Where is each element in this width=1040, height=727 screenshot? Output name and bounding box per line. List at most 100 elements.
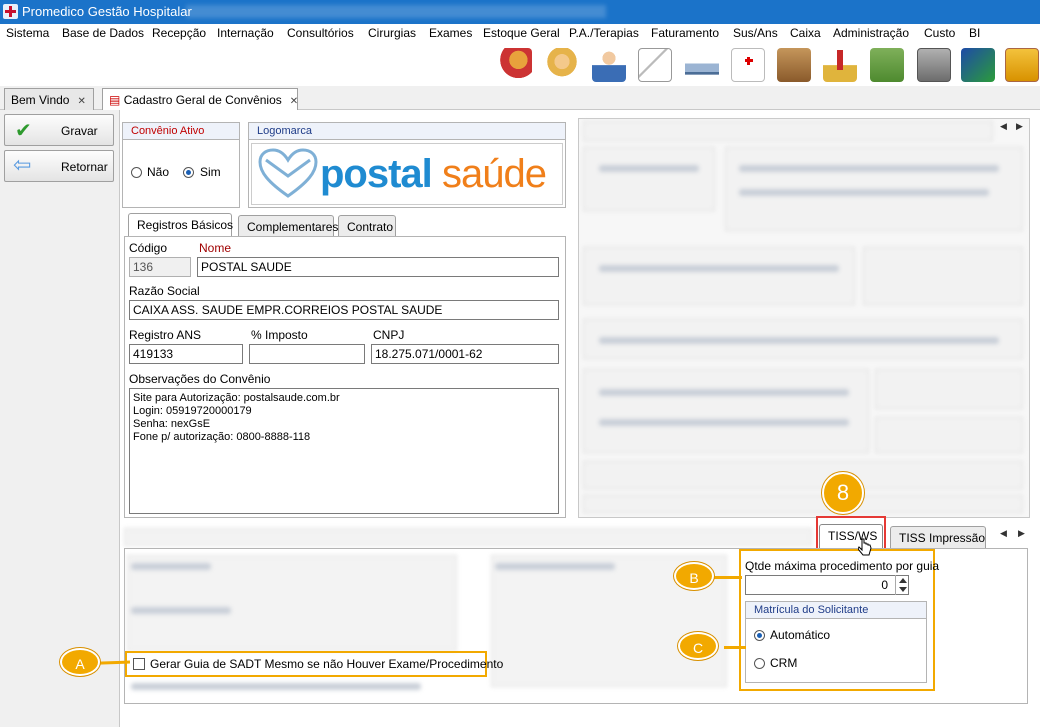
menu-faturamento[interactable]: Faturamento [651,26,719,40]
doctor-icon[interactable] [592,48,626,82]
money-calculator-icon[interactable] [870,48,904,82]
action-sidebar: ✔ Gravar ⇦ Retornar [0,110,120,727]
radio-sim-label: Sim [200,165,221,179]
qtde-value: 0 [881,578,888,592]
imposto-field[interactable] [249,344,365,364]
menu-recepcao[interactable]: Recepção [152,26,206,40]
menu-administracao[interactable]: Administração [833,26,909,40]
radio-automatico-label: Automático [770,628,831,642]
codigo-field[interactable]: 136 [129,257,191,277]
ambulance-icon[interactable] [731,48,765,82]
blurred-version-info [186,5,606,18]
users-refresh-icon[interactable] [498,48,532,82]
tab-scroll-right-icon[interactable]: ▶ [1016,121,1023,132]
nome-field[interactable]: POSTAL SAUDE [197,257,559,277]
logo-image: postal saúde [251,143,563,205]
gerar-guia-label: Gerar Guia de SADT Mesmo se não Houver E… [150,657,504,671]
tiss-ws-pane: Gerar Guia de SADT Mesmo se não Houver E… [124,548,1028,704]
convenio-ativo-group: Convênio Ativo Não Sim [122,122,240,208]
menu-custo[interactable]: Custo [924,26,955,40]
document-icon: ▤ [109,93,121,107]
menu-sus-ans[interactable]: Sus/Ans [733,26,778,40]
callout-c-line [724,646,746,649]
cnpj-field[interactable]: 18.275.071/0001-62 [371,344,559,364]
tab-contrato[interactable]: Contrato [338,215,396,237]
registro-ans-field[interactable]: 419133 [129,344,243,364]
logomarca-title: Logomarca [249,123,565,140]
tab-complementares[interactable]: Complementares [238,215,338,237]
obs-line: Fone p/ autorização: 0800-8888-118 [133,431,311,443]
tab-registros-basicos[interactable]: Registros Básicos [128,213,233,237]
menu-consultorios[interactable]: Consultórios [287,26,354,40]
safe-icon[interactable] [917,48,951,82]
callout-b: B [674,562,714,590]
matricula-title: Matrícula do Solicitante [746,602,926,619]
blurred-settings-panel [578,118,1030,518]
menu-pa-terapias[interactable]: P.A./Terapias [569,26,639,40]
finance-chart-icon[interactable] [823,48,857,82]
hospital-bed-icon[interactable] [685,48,719,82]
menu-exames[interactable]: Exames [429,26,472,40]
invoice-chart-icon[interactable] [961,48,995,82]
tab-tiss-impressao[interactable]: TISS Impressão [890,526,986,548]
radio-nao[interactable] [131,167,142,178]
document-pen-icon[interactable] [638,48,672,82]
receptionist-icon[interactable] [545,48,579,82]
callout-a: A [60,648,100,676]
menu-caixa[interactable]: Caixa [790,26,821,40]
app-logo-icon [3,4,18,19]
qtde-input[interactable]: 0 [745,575,909,595]
close-icon[interactable]: ✕ [77,96,85,107]
close-icon[interactable]: ✕ [290,96,298,107]
radio-sim[interactable] [183,167,194,178]
razao-label: Razão Social [129,284,200,298]
title-bar: Promedico Gestão Hospitalar [0,0,1040,24]
arrow-left-icon: ⇦ [13,152,32,177]
cnpj-label: CNPJ [373,328,405,342]
document-tabs: Bem Vindo ✕ ▤ Cadastro Geral de Convênios… [0,86,1040,111]
save-button[interactable]: ✔ Gravar [4,114,114,146]
obs-line: Senha: nexGsE [133,418,211,430]
radio-nao-label: Não [147,165,170,179]
observacoes-textarea[interactable]: Site para Autorização: postalsaude.com.b… [129,388,559,514]
phone-book-icon[interactable] [1005,48,1039,82]
doc-tab-label: Bem Vindo [11,93,70,107]
tab-highlight-box [816,516,886,550]
radio-crm[interactable] [754,658,765,669]
menu-base-de-dados[interactable]: Base de Dados [62,26,144,40]
menu-sistema[interactable]: Sistema [6,26,49,40]
doc-tab-bem-vindo[interactable]: Bem Vindo ✕ [4,88,94,110]
menu-cirurgias[interactable]: Cirurgias [368,26,416,40]
menu-estoque-geral[interactable]: Estoque Geral [483,26,560,40]
radio-crm-label: CRM [770,656,798,670]
imposto-label: % Imposto [251,328,308,342]
qtde-stepper[interactable] [895,575,909,595]
razao-social-field[interactable]: CAIXA ASS. SAUDE EMPR.CORREIOS POSTAL SA… [129,300,559,320]
gerar-guia-checkbox[interactable] [133,658,145,670]
tab-scroll-right-icon[interactable]: ▶ [1018,528,1025,539]
window-title: Promedico Gestão Hospitalar [22,4,192,19]
nome-label: Nome [199,241,232,255]
tab-scroll-left-icon[interactable]: ◀ [1000,528,1007,539]
heart-envelope-icon [258,148,318,198]
check-icon: ✔ [15,120,32,142]
menu-bar: Sistema Base de Dados Recepção Internaçã… [0,24,1040,44]
registros-basicos-pane: Código 136 Nome POSTAL SAUDE Razão Socia… [124,236,566,518]
tab-scroll-left-icon[interactable]: ◀ [1000,121,1007,132]
menu-bi[interactable]: BI [969,26,980,40]
pharmacy-box-icon[interactable] [777,48,811,82]
ans-label: Registro ANS [129,328,202,342]
radio-automatico[interactable] [754,630,765,641]
doc-tab-label: Cadastro Geral de Convênios [123,93,282,107]
obs-line: Login: 05919720000179 [133,405,252,417]
menu-internacao[interactable]: Internação [217,26,274,40]
qtde-label: Qtde máxima procedimento por guia [745,559,940,573]
brand-saude: saúde [442,152,547,196]
toolbar [0,44,1040,86]
obs-label: Observações do Convênio [129,372,271,386]
back-button[interactable]: ⇦ Retornar [4,150,114,182]
brand-postal: postal [320,152,433,196]
doc-tab-cadastro-convenios[interactable]: ▤ Cadastro Geral de Convênios ✕ [102,88,298,111]
obs-line: Site para Autorização: postalsaude.com.b… [133,392,340,404]
codigo-label: Código [129,241,168,255]
